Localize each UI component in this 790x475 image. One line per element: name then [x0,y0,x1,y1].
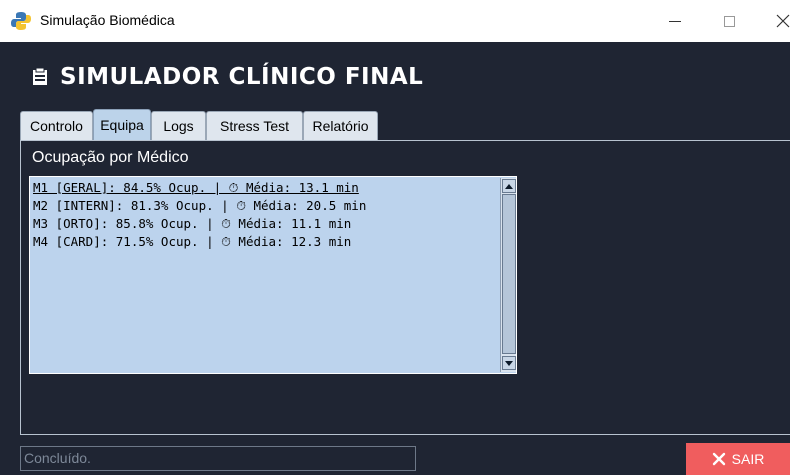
equipa-panel: Ocupação por Médico M1 [GERAL]: 84.5% Oc… [20,140,790,435]
list-scrollbar[interactable] [500,178,516,372]
close-icon [776,14,790,28]
python-icon [11,12,31,30]
list-item[interactable]: M1 [GERAL]: 84.5% Ocup. | ⏱ Média: 13.1 … [33,179,359,197]
close-button[interactable] [760,0,790,42]
page-title: SIMULADOR CLÍNICO FINAL [60,64,424,90]
scroll-down-button[interactable] [502,356,516,370]
list-item[interactable]: M2 [INTERN]: 81.3% Ocup. | ⏱ Média: 20.5… [33,197,366,215]
maximize-button[interactable] [706,0,752,42]
arrow-up-icon [505,183,513,189]
page-heading: SIMULADOR CLÍNICO FINAL [32,62,423,92]
clipboard-icon [33,68,47,85]
exit-button-label: SAIR [731,451,765,467]
tab-stress-test[interactable]: Stress Test [206,111,303,140]
tab-equipa[interactable]: Equipa [93,109,151,140]
scroll-up-button[interactable] [502,179,516,193]
maximize-icon [723,15,735,27]
scroll-thumb[interactable] [502,194,516,354]
window-titlebar: Simulação Biomédica [0,0,790,42]
arrow-down-icon [505,360,513,366]
close-icon [712,452,725,466]
minimize-button[interactable] [652,0,698,42]
exit-button[interactable]: SAIR [686,443,790,475]
status-field: Concluído. [20,446,416,471]
tab-logs[interactable]: Logs [151,111,206,140]
doctor-occupancy-list[interactable]: M1 [GERAL]: 84.5% Ocup. | ⏱ Média: 13.1 … [29,176,517,374]
tab-relatorio[interactable]: Relatório [303,111,378,140]
list-item[interactable]: M3 [ORTO]: 85.8% Ocup. | ⏱ Média: 11.1 m… [33,215,351,233]
minimize-icon [669,20,681,22]
list-item[interactable]: M4 [CARD]: 71.5% Ocup. | ⏱ Média: 12.3 m… [33,233,351,251]
window-title: Simulação Biomédica [40,12,175,28]
tab-controlo[interactable]: Controlo [20,111,93,140]
panel-label: Ocupação por Médico [32,149,189,166]
